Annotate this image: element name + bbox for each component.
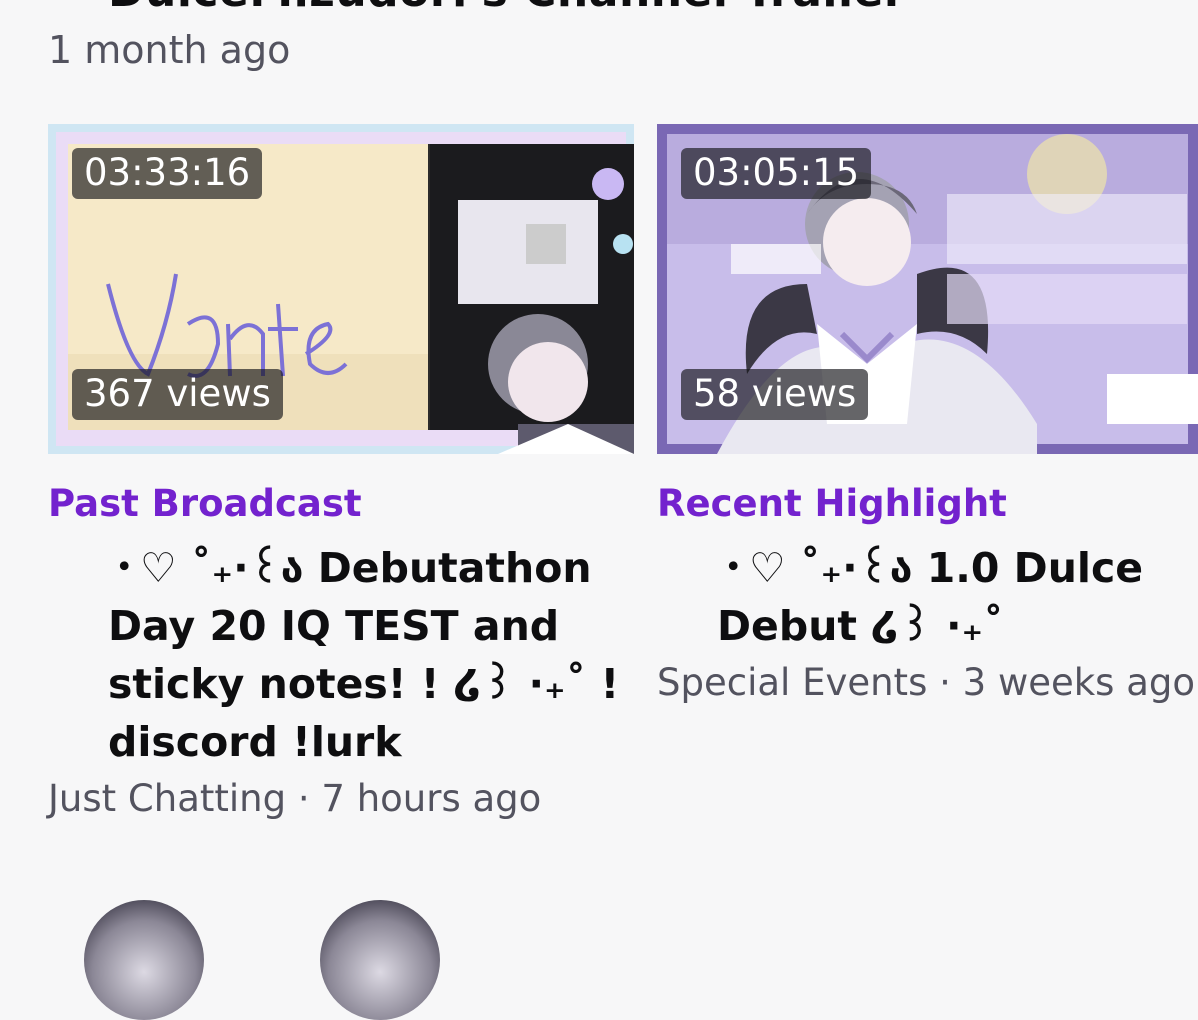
duration-badge: 03:05:15 [681,148,872,199]
video-card[interactable]: 03:33:16 367 views Past Broadcast ・♡ ˚₊·… [48,124,634,820]
video-thumbnail[interactable]: 03:33:16 367 views [48,124,634,454]
video-type-label: Past Broadcast [48,482,362,525]
duration-badge: 03:33:16 [72,148,263,199]
category-link[interactable]: Special Events [657,661,927,704]
video-card[interactable]: 03:05:15 58 views Recent Highlight ・♡ ˚₊… [657,124,1198,704]
channel-avatar[interactable] [84,900,204,1020]
category-link[interactable]: Just Chatting [48,777,286,820]
video-type-label: Recent Highlight [657,482,1007,525]
video-thumbnail[interactable]: 03:05:15 58 views [657,124,1198,454]
views-badge: 58 views [681,369,869,420]
views-badge: 367 views [72,369,283,420]
meta-separator: · [939,661,951,704]
video-age: 3 weeks ago [962,661,1196,704]
meta-separator: · [297,777,310,820]
video-title[interactable]: ・♡ ˚₊·꒰ა 1.0 Dulce Debut ໒꒱ ·₊˚ [657,539,1198,655]
video-title[interactable]: ・♡ ˚₊·꒰ა Debutathon Day 20 IQ TEST and s… [48,539,634,771]
video-meta: Just Chatting · 7 hours ago [48,777,634,820]
video-age: 7 hours ago [321,777,542,820]
channel-avatar[interactable] [320,900,440,1020]
previous-video-title[interactable]: DulceMizudori's Channel Trailer [108,0,906,17]
previous-video-age: 1 month ago [48,28,291,72]
video-meta: Special Events · 3 weeks ago [657,661,1198,704]
